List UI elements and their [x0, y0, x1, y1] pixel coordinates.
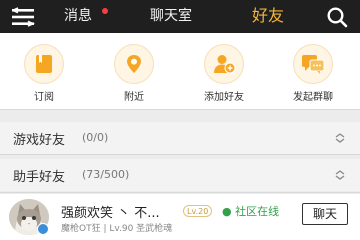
search-icon[interactable]: [326, 6, 348, 28]
group-name: 游戏好友: [13, 133, 66, 148]
expand-toggle-icon: [335, 170, 345, 180]
group-header-game-friends[interactable]: 游戏好友 (0/0): [0, 122, 360, 154]
top-nav-bar: 消息 聊天室 好友: [0, 0, 360, 33]
subscribe-button[interactable]: 订阅: [9, 44, 79, 104]
friend-list-item[interactable]: 强颜欢笑 丶 不... Lv.20 ● 社区在线 魔枪OT狂 | Lv.90 圣…: [0, 194, 360, 240]
group-chat-icon: [302, 55, 325, 74]
group-name: 助手好友: [13, 170, 66, 185]
subscribe-label: 订阅: [34, 92, 54, 103]
level-badge: Lv.20: [183, 205, 213, 217]
nearby-button[interactable]: 附近: [99, 44, 169, 104]
chat-button[interactable]: 聊天: [302, 203, 348, 225]
tab-friends[interactable]: 好友: [252, 5, 284, 27]
menu-icon[interactable]: [12, 7, 36, 27]
group-header-assistant-friends[interactable]: 助手好友 (73/500): [0, 159, 360, 191]
online-status: ● 社区在线: [222, 205, 280, 218]
friend-subtitle: 魔枪OT狂 | Lv.90 圣武枪魂: [61, 224, 173, 234]
location-icon: [127, 55, 141, 73]
friend-name: 强颜欢笑 丶 不...: [61, 206, 160, 221]
group-count: (0/0): [82, 131, 109, 144]
tab-messages[interactable]: 消息: [64, 5, 92, 27]
tab-chatroom[interactable]: 聊天室: [150, 5, 192, 27]
quick-actions-bar: 订阅 附近 添加好友 发起群聊: [0, 33, 360, 109]
subscribe-icon: [36, 55, 52, 73]
add-friend-button[interactable]: 添加好友: [189, 44, 259, 104]
nearby-label: 附近: [124, 92, 144, 103]
group-chat-label: 发起群聊: [293, 92, 333, 103]
divider: [0, 109, 360, 110]
divider: [0, 154, 360, 155]
expand-toggle-icon: [335, 133, 345, 143]
add-friend-icon: [214, 55, 236, 74]
verified-badge-icon: [37, 223, 49, 235]
divider: [0, 192, 360, 193]
group-count: (73/500): [82, 168, 130, 181]
group-chat-button[interactable]: 发起群聊: [278, 44, 348, 104]
unread-badge: [102, 8, 108, 14]
add-friend-label: 添加好友: [204, 92, 244, 103]
